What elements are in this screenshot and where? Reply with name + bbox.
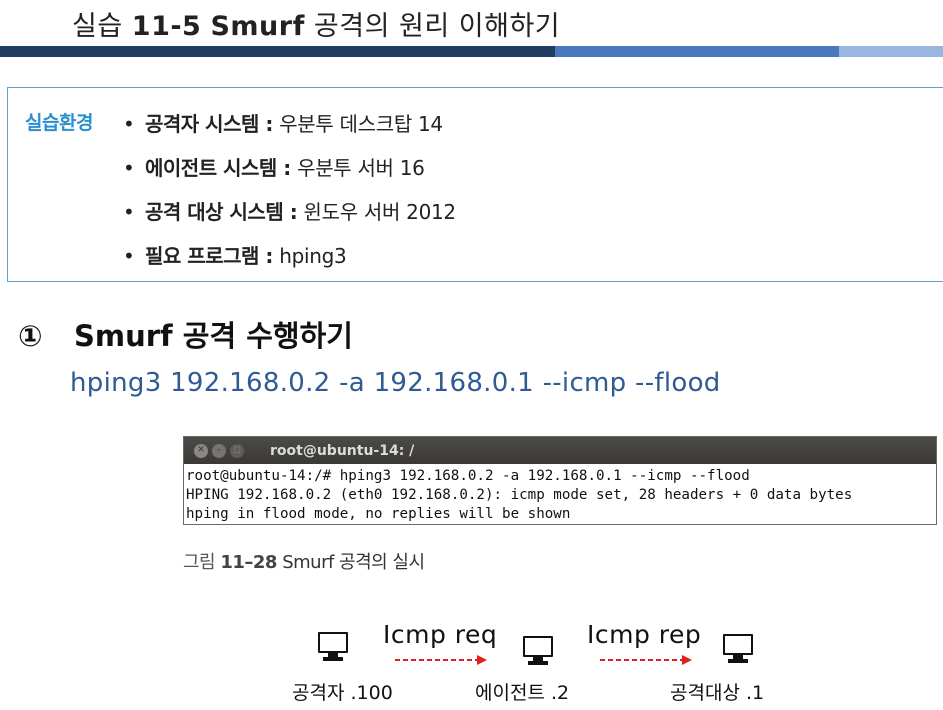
node-label-attacker: 공격자 .100 — [292, 682, 393, 704]
monitor-icon — [523, 636, 553, 666]
header-bar-light — [839, 46, 943, 57]
terminal-line: HPING 192.168.0.2 (eth0 192.168.0.2): ic… — [186, 487, 853, 503]
environment-item-attacker: • 공격자 시스템 : 우분투 데스크탑 14 — [123, 108, 443, 137]
terminal-titlebar[interactable]: ✕ – ◻ root@ubuntu-14: / — [184, 437, 936, 464]
caption-text: Smurf 공격의 실시 — [282, 552, 425, 573]
node-label-target: 공격대상 .1 — [670, 682, 765, 704]
environment-item-value: 우분투 서버 16 — [297, 156, 425, 180]
close-icon[interactable]: ✕ — [194, 443, 208, 458]
command-text: hping3 192.168.0.2 -a 192.168.0.1 --icmp… — [70, 368, 721, 398]
terminal-title: root@ubuntu-14: / — [270, 442, 415, 459]
figure-caption: 그림 11–28 Smurf 공격의 실시 — [183, 548, 425, 574]
environment-item-key: 공격 대상 시스템 : — [145, 200, 298, 224]
step-number: ① — [18, 319, 43, 353]
environment-item-agent: • 에이전트 시스템 : 우분투 서버 16 — [123, 152, 425, 181]
bullet: • — [123, 244, 135, 268]
environment-label: 실습환경 — [25, 112, 93, 134]
node-label-agent: 에이전트 .2 — [475, 682, 570, 704]
page-title: 실습 11-5 Smurf 공격의 원리 이해하기 — [72, 4, 560, 43]
environment-item-key: 필요 프로그램 : — [145, 244, 273, 268]
title-number: 11-5 — [131, 11, 202, 42]
terminal-output[interactable]: root@ubuntu-14:/# hping3 192.168.0.2 -a … — [184, 464, 936, 524]
bullet: • — [123, 112, 135, 136]
environment-item-key: 에이전트 시스템 : — [145, 156, 291, 180]
environment-item-value: hping3 — [279, 244, 347, 268]
environment-item-program: • 필요 프로그램 : hping3 — [123, 240, 347, 269]
flow-label-request: Icmp req — [383, 620, 498, 649]
header-bar-mid — [555, 46, 839, 57]
title-prefix: 실습 — [72, 11, 123, 42]
monitor-icon — [318, 632, 348, 662]
terminal-window: ✕ – ◻ root@ubuntu-14: / root@ubuntu-14:/… — [183, 436, 937, 525]
title-rest: 공격의 원리 이해하기 — [313, 11, 561, 42]
bullet: • — [123, 156, 135, 180]
environment-item-key: 공격자 시스템 : — [145, 112, 273, 136]
caption-prefix: 그림 — [183, 552, 216, 573]
environment-item-value: 우분투 데스크탑 14 — [279, 112, 443, 136]
bullet: • — [123, 200, 135, 224]
environment-box: 실습환경 • 공격자 시스템 : 우분투 데스크탑 14 • 에이전트 시스템 : … — [7, 87, 943, 282]
environment-item-value: 윈도우 서버 2012 — [303, 200, 457, 224]
flow-label-reply: Icmp rep — [587, 620, 702, 649]
minimize-icon[interactable]: – — [212, 443, 226, 458]
step-title: Smurf 공격 수행하기 — [74, 319, 353, 353]
terminal-line: root@ubuntu-14:/# hping3 192.168.0.2 -a … — [186, 468, 750, 484]
caption-number: 11–28 — [220, 552, 277, 573]
header-bar-dark — [0, 46, 555, 57]
step-heading: ① Smurf 공격 수행하기 — [18, 313, 353, 355]
maximize-icon[interactable]: ◻ — [230, 443, 244, 458]
environment-item-target: • 공격 대상 시스템 : 윈도우 서버 2012 — [123, 196, 456, 225]
terminal-line: hping in flood mode, no replies will be … — [186, 506, 571, 522]
title-keyword: Smurf — [210, 11, 305, 42]
reply-arrow-icon — [600, 655, 692, 665]
request-arrow-icon — [395, 655, 487, 665]
monitor-icon — [723, 634, 753, 664]
